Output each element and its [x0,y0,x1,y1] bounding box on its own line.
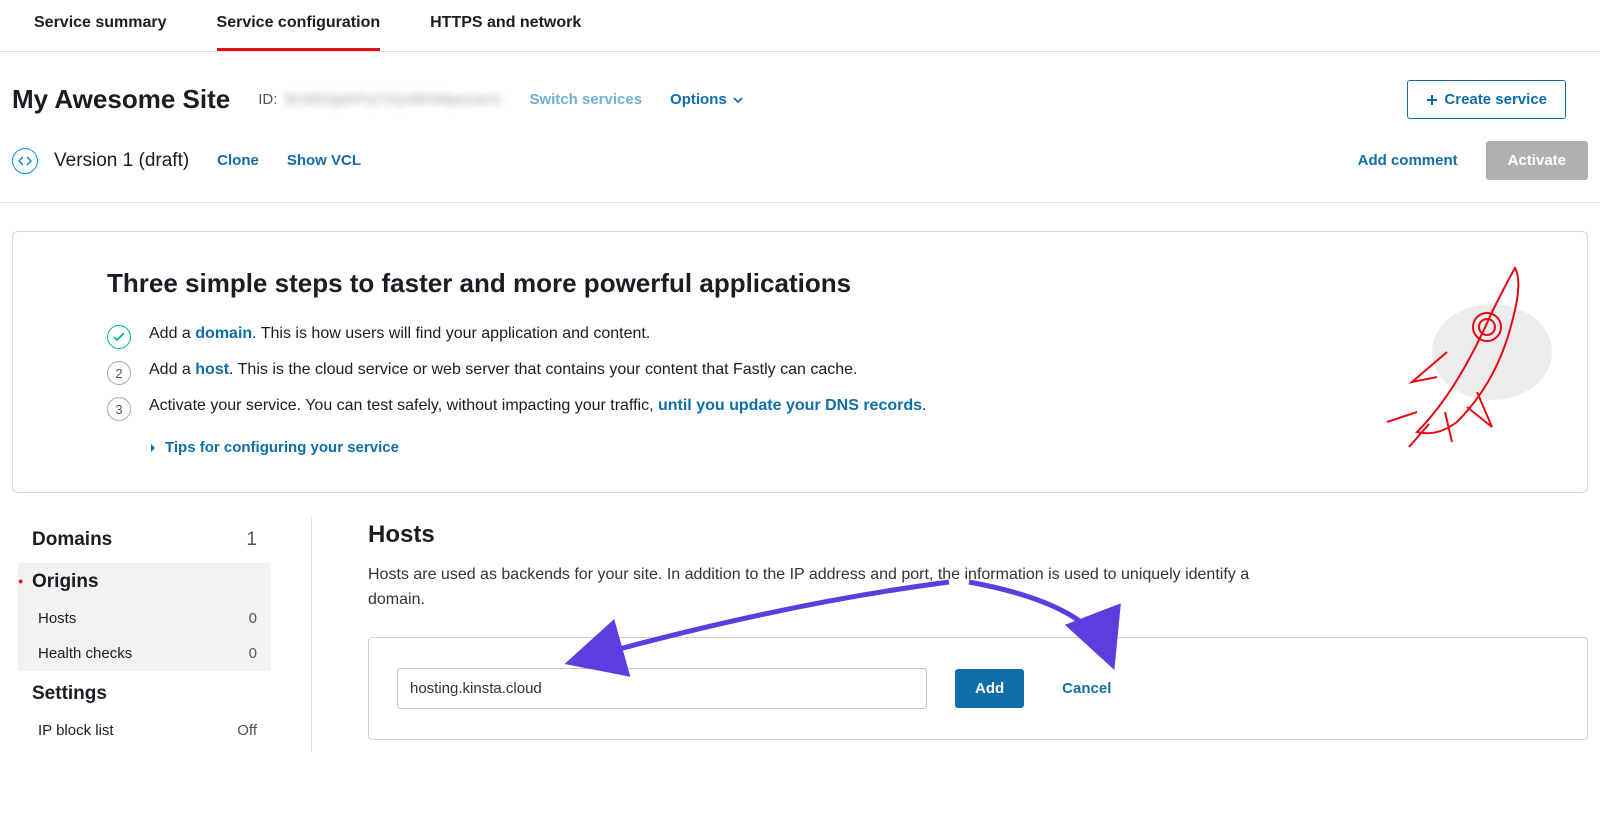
origins-label: Origins [32,571,99,593]
check-icon [107,325,131,349]
show-vcl-link[interactable]: Show VCL [287,152,361,169]
step-1: Add a domain. This is how users will fin… [107,325,1507,349]
service-id: ID: 8cW5QphPq7XQ48HMpesarm [258,91,501,108]
tips-label: Tips for configuring your service [165,439,399,456]
create-service-button[interactable]: Create service [1407,80,1566,119]
version-row: Version 1 (draft) Clone Show VCL Add com… [0,127,1600,203]
step-2-text-post: . This is the cloud service or web serve… [229,361,857,378]
step-2-text-pre: Add a [149,361,195,378]
sidebar-item-health-checks[interactable]: Health checks 0 [18,636,271,671]
main-panel: Hosts Hosts are used as backends for you… [312,517,1588,752]
add-button[interactable]: Add [955,669,1024,708]
step-2-number-icon: 2 [107,361,131,385]
plus-icon [1426,94,1438,106]
hosts-description: Hosts are used as backends for your site… [368,563,1268,613]
version-label: Version 1 (draft) [54,150,189,172]
hosts-label: Hosts [38,610,76,627]
step-1-text-post: . This is how users will find your appli… [252,325,650,342]
cancel-link[interactable]: Cancel [1062,680,1111,697]
sidebar-section-settings[interactable]: Settings [18,675,271,713]
chevron-down-icon [733,95,743,105]
id-label: ID: [258,91,277,108]
step-2: 2 Add a host. This is the cloud service … [107,361,1507,385]
content-area: Domains 1 Origins Hosts 0 Health checks … [0,493,1600,752]
clone-link[interactable]: Clone [217,152,259,169]
domain-link[interactable]: domain [195,325,252,342]
id-value: 8cW5QphPq7XQ48HMpesarm [285,91,501,108]
main-tabs: Service summary Service configuration HT… [0,0,1600,52]
tab-service-configuration[interactable]: Service configuration [217,0,381,51]
code-icon [12,148,38,174]
dns-records-link[interactable]: until you update your DNS records [658,397,922,414]
add-host-card: Add Cancel [368,637,1588,740]
config-sidebar: Domains 1 Origins Hosts 0 Health checks … [12,517,312,752]
options-dropdown[interactable]: Options [670,91,743,108]
tab-service-summary[interactable]: Service summary [34,0,167,51]
sidebar-item-domains[interactable]: Domains 1 [18,521,271,559]
step-3: 3 Activate your service. You can test sa… [107,397,1507,421]
health-label: Health checks [38,645,132,662]
service-header: My Awesome Site ID: 8cW5QphPq7XQ48HMpesa… [0,52,1600,127]
sidebar-item-hosts[interactable]: Hosts 0 [18,601,271,636]
sidebar-item-ip-block-list[interactable]: IP block list Off [18,713,271,748]
options-label: Options [670,91,727,108]
hosts-count: 0 [249,610,257,627]
switch-services-link[interactable]: Switch services [529,91,642,108]
host-link[interactable]: host [195,361,229,378]
settings-label: Settings [32,683,107,705]
tips-link[interactable]: Tips for configuring your service [149,439,1507,456]
service-title: My Awesome Site [12,84,230,115]
rocket-icon [1357,262,1557,462]
add-comment-link[interactable]: Add comment [1358,152,1458,169]
host-address-input[interactable] [397,668,927,709]
ip-block-value: Off [237,722,257,739]
domains-count: 1 [246,529,257,551]
step-1-text-pre: Add a [149,325,195,342]
activate-button[interactable]: Activate [1486,141,1588,180]
step-3-text-pre: Activate your service. You can test safe… [149,397,658,414]
hosts-heading: Hosts [368,521,1588,549]
sidebar-section-origins[interactable]: Origins [18,563,271,601]
tab-https-network[interactable]: HTTPS and network [430,0,581,51]
ip-block-label: IP block list [38,722,114,739]
step-3-number-icon: 3 [107,397,131,421]
onboarding-steps-card: Three simple steps to faster and more po… [12,231,1588,493]
step-3-text-post: . [922,397,926,414]
create-service-label: Create service [1444,91,1547,108]
health-count: 0 [249,645,257,662]
caret-right-icon [149,443,157,453]
domains-label: Domains [32,529,112,551]
steps-title: Three simple steps to faster and more po… [107,268,1507,299]
